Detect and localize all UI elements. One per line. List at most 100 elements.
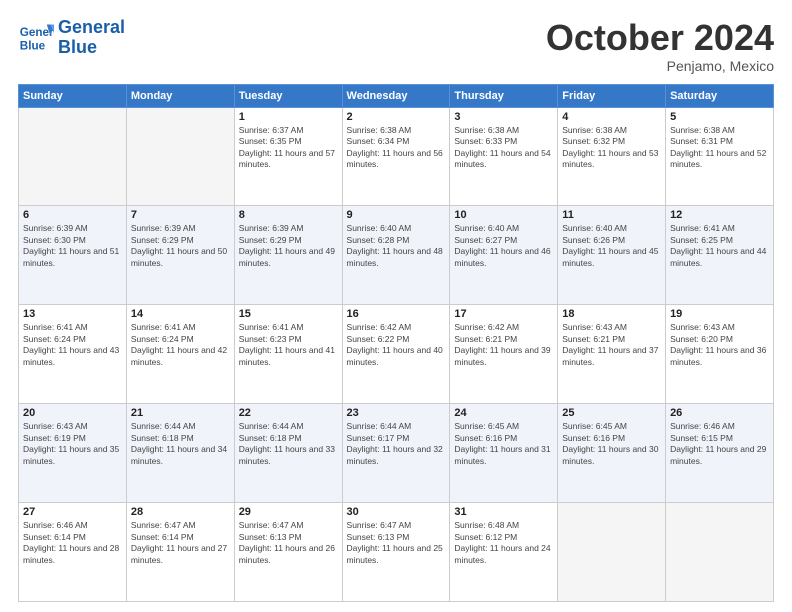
- calendar-cell: [19, 107, 127, 206]
- day-info: Sunrise: 6:45 AMSunset: 6:16 PMDaylight:…: [454, 421, 553, 467]
- calendar-week-2: 6 Sunrise: 6:39 AMSunset: 6:30 PMDaylight…: [19, 206, 774, 305]
- day-info: Sunrise: 6:41 AMSunset: 6:23 PMDaylight:…: [239, 322, 338, 368]
- col-header-saturday: Saturday: [666, 84, 774, 107]
- day-info: Sunrise: 6:42 AMSunset: 6:22 PMDaylight:…: [347, 322, 446, 368]
- col-header-wednesday: Wednesday: [342, 84, 450, 107]
- day-number: 29: [239, 506, 338, 518]
- logo-icon: General Blue: [18, 20, 54, 56]
- calendar-cell: 27 Sunrise: 6:46 AMSunset: 6:14 PMDayligh…: [19, 503, 127, 602]
- day-number: 2: [347, 111, 446, 123]
- calendar-cell: [126, 107, 234, 206]
- calendar-cell: 25Sunrise: 6:45 AMSunset: 6:16 PMDayligh…: [558, 404, 666, 503]
- calendar-week-4: 20Sunrise: 6:43 AMSunset: 6:19 PMDayligh…: [19, 404, 774, 503]
- calendar-table: SundayMondayTuesdayWednesdayThursdayFrid…: [18, 84, 774, 602]
- day-number: 23: [347, 407, 446, 419]
- header: General Blue General Blue October 2024 P…: [18, 18, 774, 74]
- calendar-cell: 13 Sunrise: 6:41 AMSunset: 6:24 PMDayligh…: [19, 305, 127, 404]
- day-number: 27: [23, 506, 122, 518]
- day-info: Sunrise: 6:42 AMSunset: 6:21 PMDaylight:…: [454, 322, 553, 368]
- calendar-cell: 22Sunrise: 6:44 AMSunset: 6:18 PMDayligh…: [234, 404, 342, 503]
- calendar-cell: 7 Sunrise: 6:39 AMSunset: 6:29 PMDaylight…: [126, 206, 234, 305]
- calendar-cell: [666, 503, 774, 602]
- day-info: Sunrise: 6:47 AMSunset: 6:14 PMDaylight:…: [131, 520, 230, 566]
- day-number: 9: [347, 209, 446, 221]
- calendar-cell: 20Sunrise: 6:43 AMSunset: 6:19 PMDayligh…: [19, 404, 127, 503]
- calendar-cell: 28 Sunrise: 6:47 AMSunset: 6:14 PMDayligh…: [126, 503, 234, 602]
- day-info: Sunrise: 6:40 AMSunset: 6:28 PMDaylight:…: [347, 223, 446, 269]
- day-info: Sunrise: 6:47 AMSunset: 6:13 PMDaylight:…: [347, 520, 446, 566]
- calendar-cell: 2 Sunrise: 6:38 AMSunset: 6:34 PMDaylight…: [342, 107, 450, 206]
- day-info: Sunrise: 6:46 AMSunset: 6:14 PMDaylight:…: [23, 520, 122, 566]
- day-number: 1: [239, 111, 338, 123]
- day-number: 25: [562, 407, 661, 419]
- calendar-cell: 11 Sunrise: 6:40 AMSunset: 6:26 PMDayligh…: [558, 206, 666, 305]
- calendar-cell: 24 Sunrise: 6:45 AMSunset: 6:16 PMDayligh…: [450, 404, 558, 503]
- day-number: 13: [23, 308, 122, 320]
- calendar-cell: 3Sunrise: 6:38 AMSunset: 6:33 PMDaylight…: [450, 107, 558, 206]
- day-number: 5: [670, 111, 769, 123]
- calendar-cell: 19 Sunrise: 6:43 AMSunset: 6:20 PMDayligh…: [666, 305, 774, 404]
- calendar-cell: [558, 503, 666, 602]
- day-info: Sunrise: 6:38 AMSunset: 6:32 PMDaylight:…: [562, 125, 661, 171]
- day-info: Sunrise: 6:38 AMSunset: 6:33 PMDaylight:…: [454, 125, 553, 171]
- day-info: Sunrise: 6:39 AMSunset: 6:29 PMDaylight:…: [131, 223, 230, 269]
- calendar-cell: 29 Sunrise: 6:47 AMSunset: 6:13 PMDayligh…: [234, 503, 342, 602]
- col-header-thursday: Thursday: [450, 84, 558, 107]
- day-number: 14: [131, 308, 230, 320]
- calendar-cell: 9 Sunrise: 6:40 AMSunset: 6:28 PMDaylight…: [342, 206, 450, 305]
- day-number: 8: [239, 209, 338, 221]
- logo-text-blue: Blue: [58, 38, 125, 58]
- day-info: Sunrise: 6:38 AMSunset: 6:34 PMDaylight:…: [347, 125, 446, 171]
- day-number: 19: [670, 308, 769, 320]
- day-info: Sunrise: 6:46 AMSunset: 6:15 PMDaylight:…: [670, 421, 769, 467]
- day-info: Sunrise: 6:39 AMSunset: 6:30 PMDaylight:…: [23, 223, 122, 269]
- calendar-cell: 26 Sunrise: 6:46 AMSunset: 6:15 PMDayligh…: [666, 404, 774, 503]
- day-number: 12: [670, 209, 769, 221]
- day-info: Sunrise: 6:43 AMSunset: 6:20 PMDaylight:…: [670, 322, 769, 368]
- day-number: 28: [131, 506, 230, 518]
- calendar-cell: 10Sunrise: 6:40 AMSunset: 6:27 PMDayligh…: [450, 206, 558, 305]
- day-number: 15: [239, 308, 338, 320]
- page: General Blue General Blue October 2024 P…: [0, 0, 792, 612]
- day-number: 24: [454, 407, 553, 419]
- calendar-week-3: 13 Sunrise: 6:41 AMSunset: 6:24 PMDayligh…: [19, 305, 774, 404]
- day-number: 4: [562, 111, 661, 123]
- day-number: 10: [454, 209, 553, 221]
- calendar-cell: 4 Sunrise: 6:38 AMSunset: 6:32 PMDaylight…: [558, 107, 666, 206]
- day-info: Sunrise: 6:41 AMSunset: 6:24 PMDaylight:…: [131, 322, 230, 368]
- calendar-week-1: 1Sunrise: 6:37 AMSunset: 6:35 PMDaylight…: [19, 107, 774, 206]
- day-info: Sunrise: 6:47 AMSunset: 6:13 PMDaylight:…: [239, 520, 338, 566]
- day-info: Sunrise: 6:48 AMSunset: 6:12 PMDaylight:…: [454, 520, 553, 566]
- day-info: Sunrise: 6:44 AMSunset: 6:18 PMDaylight:…: [131, 421, 230, 467]
- day-number: 6: [23, 209, 122, 221]
- day-number: 17: [454, 308, 553, 320]
- calendar-cell: 18Sunrise: 6:43 AMSunset: 6:21 PMDayligh…: [558, 305, 666, 404]
- day-number: 21: [131, 407, 230, 419]
- day-number: 30: [347, 506, 446, 518]
- day-info: Sunrise: 6:41 AMSunset: 6:25 PMDaylight:…: [670, 223, 769, 269]
- day-info: Sunrise: 6:44 AMSunset: 6:17 PMDaylight:…: [347, 421, 446, 467]
- svg-text:Blue: Blue: [20, 39, 46, 52]
- day-info: Sunrise: 6:41 AMSunset: 6:24 PMDaylight:…: [23, 322, 122, 368]
- calendar-cell: 31Sunrise: 6:48 AMSunset: 6:12 PMDayligh…: [450, 503, 558, 602]
- calendar-cell: 12 Sunrise: 6:41 AMSunset: 6:25 PMDayligh…: [666, 206, 774, 305]
- day-info: Sunrise: 6:40 AMSunset: 6:26 PMDaylight:…: [562, 223, 661, 269]
- col-header-friday: Friday: [558, 84, 666, 107]
- day-number: 22: [239, 407, 338, 419]
- calendar-week-5: 27 Sunrise: 6:46 AMSunset: 6:14 PMDayligh…: [19, 503, 774, 602]
- col-header-tuesday: Tuesday: [234, 84, 342, 107]
- logo-text-general: General: [58, 18, 125, 38]
- calendar-cell: 16Sunrise: 6:42 AMSunset: 6:22 PMDayligh…: [342, 305, 450, 404]
- day-info: Sunrise: 6:38 AMSunset: 6:31 PMDaylight:…: [670, 125, 769, 171]
- calendar-cell: 5 Sunrise: 6:38 AMSunset: 6:31 PMDaylight…: [666, 107, 774, 206]
- day-number: 7: [131, 209, 230, 221]
- calendar-cell: 30 Sunrise: 6:47 AMSunset: 6:13 PMDayligh…: [342, 503, 450, 602]
- day-number: 26: [670, 407, 769, 419]
- logo: General Blue General Blue: [18, 18, 125, 58]
- day-info: Sunrise: 6:39 AMSunset: 6:29 PMDaylight:…: [239, 223, 338, 269]
- calendar-cell: 23 Sunrise: 6:44 AMSunset: 6:17 PMDayligh…: [342, 404, 450, 503]
- calendar-cell: 14 Sunrise: 6:41 AMSunset: 6:24 PMDayligh…: [126, 305, 234, 404]
- calendar-cell: 21 Sunrise: 6:44 AMSunset: 6:18 PMDayligh…: [126, 404, 234, 503]
- day-info: Sunrise: 6:43 AMSunset: 6:21 PMDaylight:…: [562, 322, 661, 368]
- day-number: 11: [562, 209, 661, 221]
